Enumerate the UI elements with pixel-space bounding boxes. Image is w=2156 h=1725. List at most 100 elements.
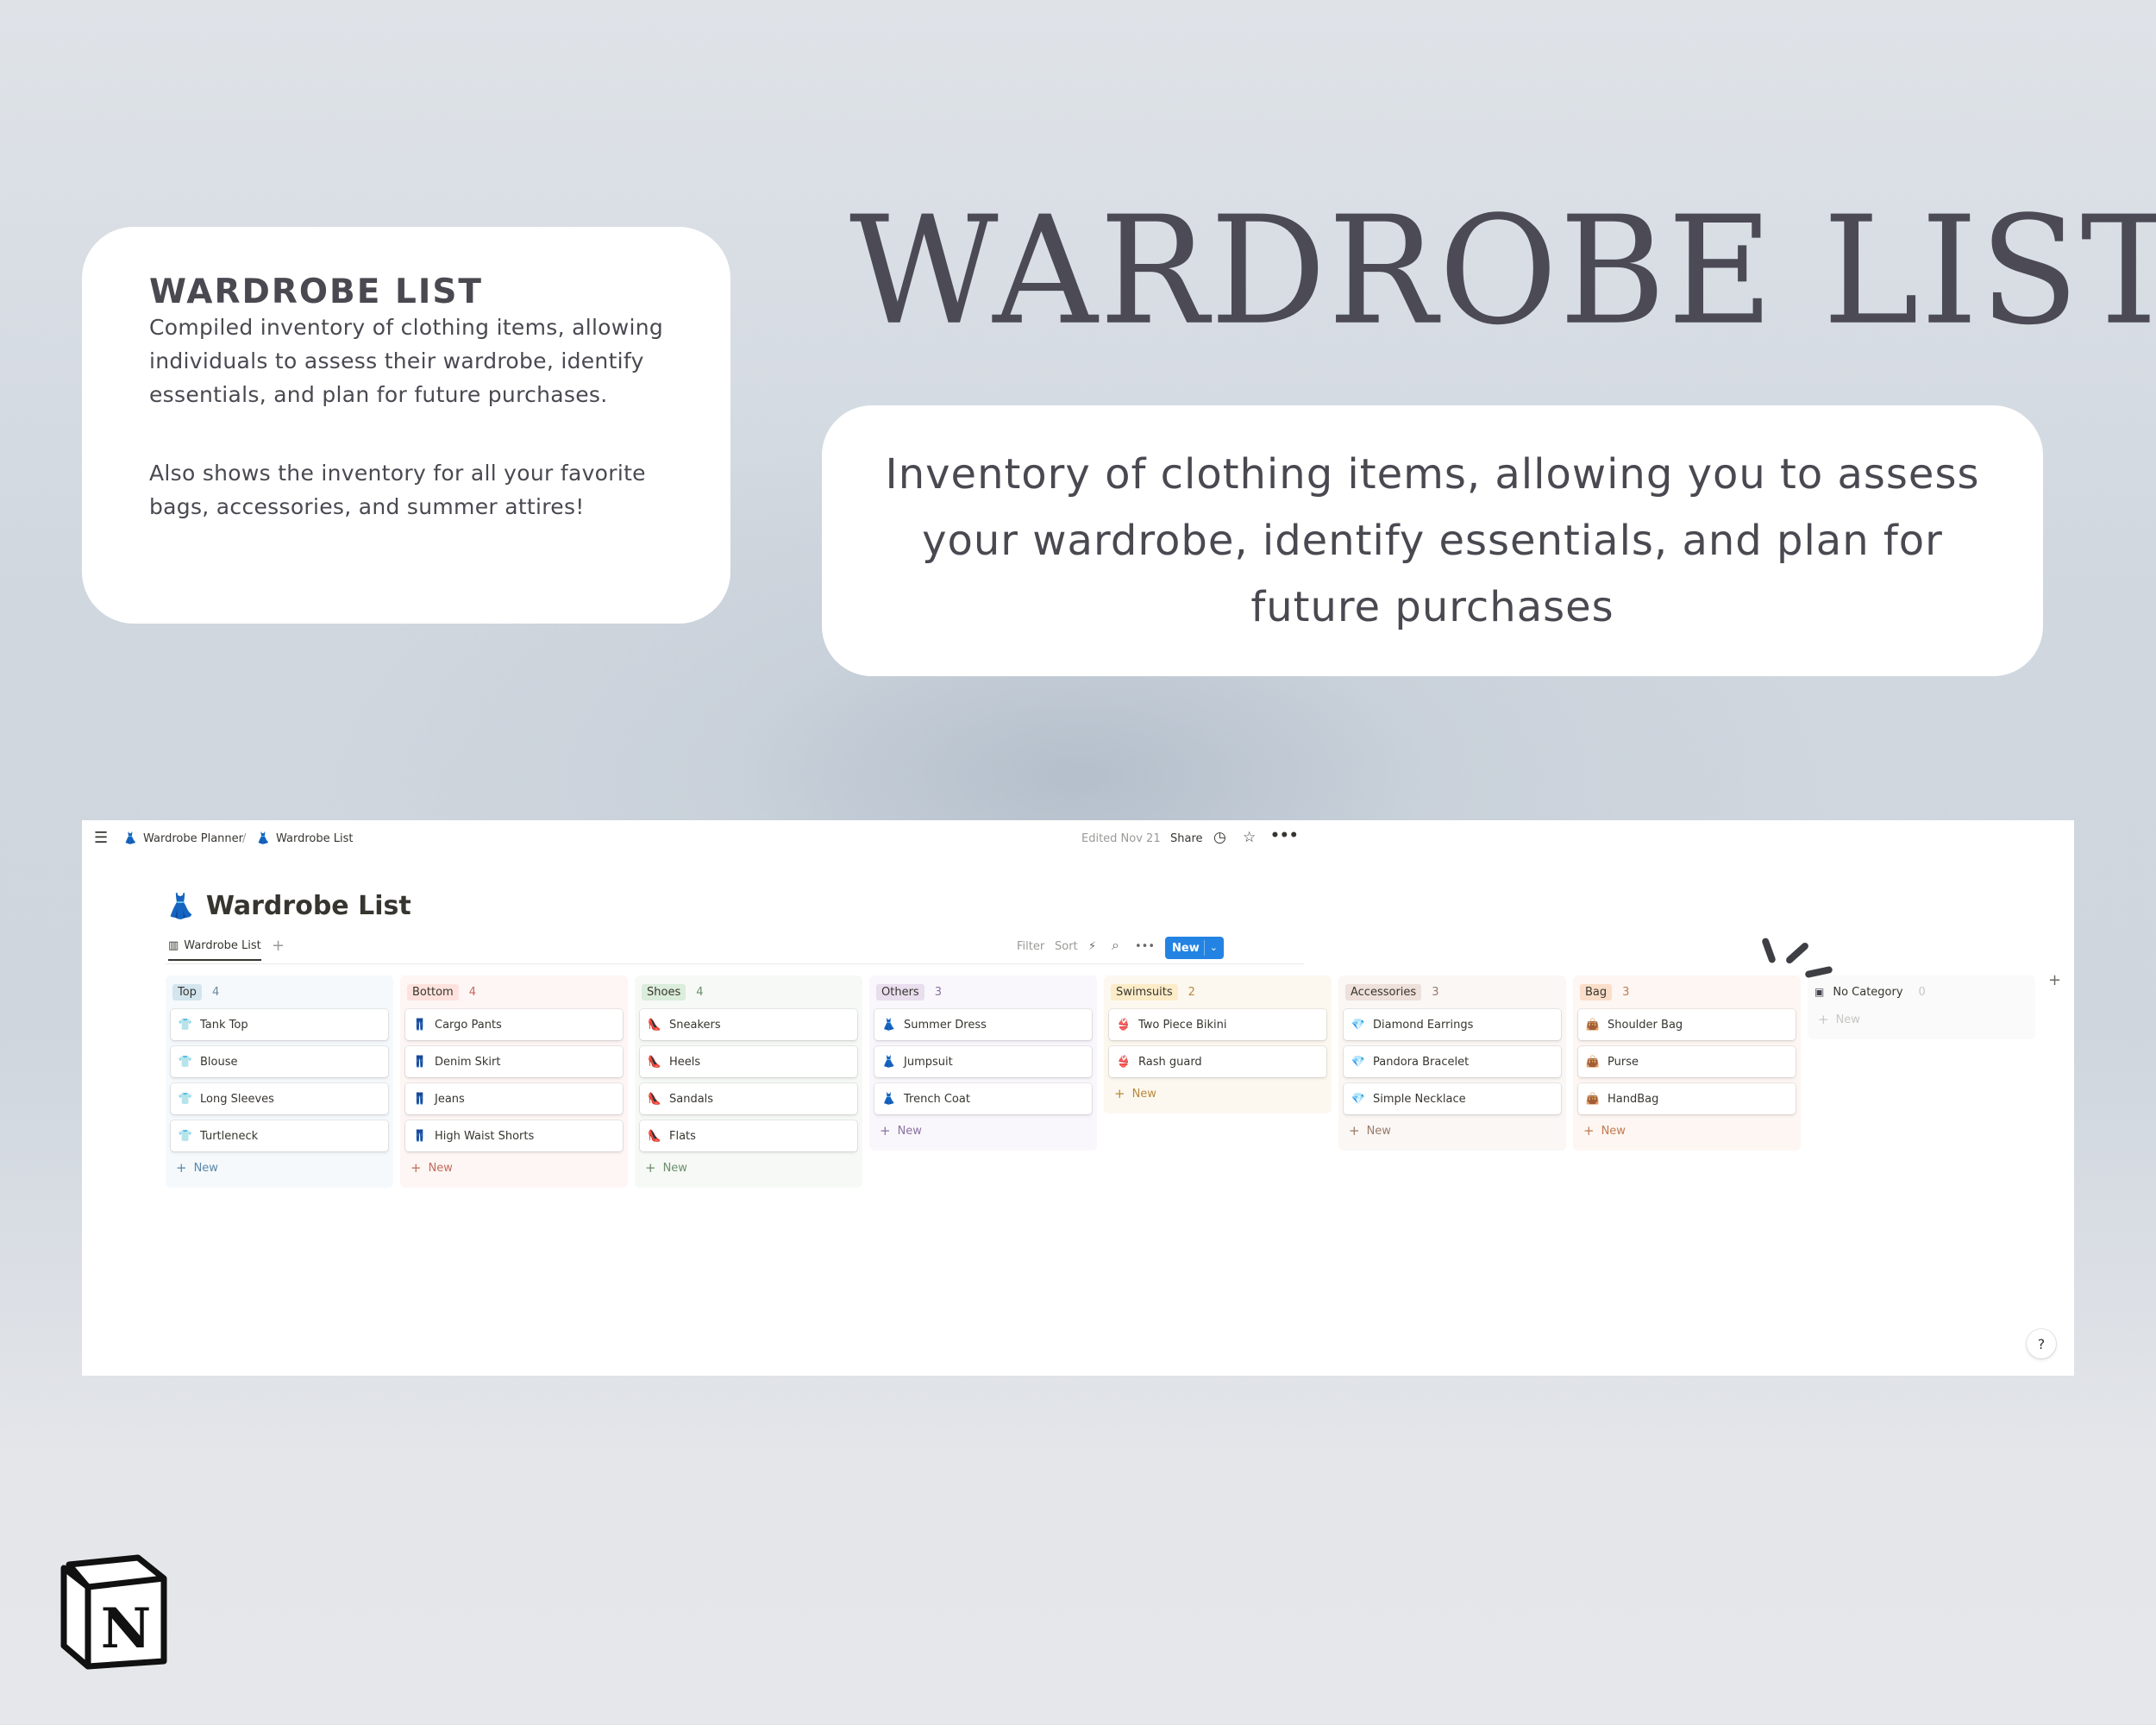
more-icon[interactable]: ••• <box>1270 827 1299 844</box>
new-card-button[interactable]: + New <box>1578 1116 1796 1145</box>
column-count: 4 <box>696 985 704 999</box>
new-card-label: New <box>1366 1124 1391 1138</box>
column-header[interactable]: Swimsuits 2 <box>1109 981 1326 1003</box>
new-card-button[interactable]: + New <box>640 1153 857 1182</box>
board-card[interactable]: 👖 Jeans <box>405 1083 623 1114</box>
info-card-title: WARDROBE LIST <box>149 273 484 311</box>
board-card[interactable]: 👗 Jumpsuit <box>874 1046 1092 1077</box>
column-tag: Accessories <box>1345 983 1422 1000</box>
board-card[interactable]: 👜 Purse <box>1578 1046 1796 1077</box>
new-card-button[interactable]: + New <box>1344 1116 1561 1145</box>
column-header[interactable]: Bag 3 <box>1578 981 1796 1003</box>
bag-icon: 👜 <box>1585 1055 1601 1069</box>
board-card[interactable]: 👠 Heels <box>640 1046 857 1077</box>
new-card-label: New <box>662 1161 687 1175</box>
breadcrumb-parent[interactable]: Wardrobe Planner <box>143 832 243 845</box>
card-title: Summer Dress <box>904 1018 987 1032</box>
board-card[interactable]: 👖 Cargo Pants <box>405 1009 623 1040</box>
card-title: Heels <box>669 1055 701 1069</box>
new-button[interactable]: New ⌄ <box>1165 937 1224 959</box>
dress-icon: 👗 <box>123 832 138 845</box>
info-card-body: Compiled inventory of clothing items, al… <box>149 314 664 407</box>
board-card[interactable]: 👠 Sandals <box>640 1083 857 1114</box>
star-icon[interactable]: ☆ <box>1243 829 1256 846</box>
more-icon[interactable]: ••• <box>1135 940 1155 953</box>
notion-window: ☰ 👗 Wardrobe Planner / 👗 Wardrobe List E… <box>82 820 2074 1376</box>
new-card-button[interactable]: + New <box>874 1116 1092 1145</box>
board-card[interactable]: 👖 Denim Skirt <box>405 1046 623 1077</box>
board-card[interactable]: 👕 Turtleneck <box>171 1120 388 1151</box>
card-title: Jeans <box>435 1092 465 1106</box>
menu-icon[interactable]: ☰ <box>94 829 108 847</box>
column-header[interactable]: Others 3 <box>874 981 1092 1003</box>
history-icon[interactable]: ◷ <box>1213 829 1226 846</box>
column-header[interactable]: Top 4 <box>171 981 388 1003</box>
card-title: HandBag <box>1608 1092 1659 1106</box>
plus-icon: + <box>1818 1012 1829 1027</box>
search-icon[interactable]: ⌕ <box>1112 937 1119 954</box>
card-title: Shoulder Bag <box>1608 1018 1683 1032</box>
column-tag: No Category <box>1833 985 1903 999</box>
heel-icon: 👠 <box>647 1129 662 1143</box>
board-card[interactable]: 👠 Sneakers <box>640 1009 857 1040</box>
board-card[interactable]: 💎 Diamond Earrings <box>1344 1009 1561 1040</box>
board-card[interactable]: 👜 HandBag <box>1578 1083 1796 1114</box>
help-button[interactable]: ? <box>2027 1329 2056 1358</box>
pants-icon: 👖 <box>412 1018 428 1032</box>
board-card[interactable]: 👙 Rash guard <box>1109 1046 1326 1077</box>
notion-logo-icon: N <box>60 1554 167 1670</box>
add-group-button[interactable]: + <box>2048 971 2061 989</box>
column-header[interactable]: Shoes 4 <box>640 981 857 1003</box>
tab-wardrobe-list[interactable]: ▥ Wardrobe List <box>168 939 261 961</box>
dress-icon: 👗 <box>256 832 271 845</box>
hero-card: Inventory of clothing items, allowing yo… <box>822 405 2043 676</box>
page-title: 👗 Wardrobe List <box>166 891 411 921</box>
column-header[interactable]: Bottom 4 <box>405 981 623 1003</box>
board-card[interactable]: 👜 Shoulder Bag <box>1578 1009 1796 1040</box>
board-card[interactable]: 👙 Two Piece Bikini <box>1109 1009 1326 1040</box>
board-column: Swimsuits 2 👙 Two Piece Bikini 👙 Rash guard + N… <box>1104 975 1332 1113</box>
card-title: Long Sleeves <box>200 1092 274 1106</box>
filter-button[interactable]: Filter <box>1017 940 1044 953</box>
board-card[interactable]: 👗 Summer Dress <box>874 1009 1092 1040</box>
board-card[interactable]: 👠 Flats <box>640 1120 857 1151</box>
new-card-button[interactable]: + New <box>405 1153 623 1182</box>
lightning-icon[interactable]: ⚡ <box>1088 940 1096 953</box>
new-card-button[interactable]: + New <box>1109 1079 1326 1108</box>
new-card-button[interactable]: + New <box>171 1153 388 1182</box>
divider <box>166 963 1304 964</box>
new-card-label: New <box>1835 1013 1860 1026</box>
board-card[interactable]: 👕 Blouse <box>171 1046 388 1077</box>
add-view-icon[interactable]: + <box>272 937 285 955</box>
column-header[interactable]: ▣ No Category 0 <box>1813 981 2030 1003</box>
column-count: 3 <box>1622 985 1630 999</box>
board-card[interactable]: 👕 Tank Top <box>171 1009 388 1040</box>
sort-button[interactable]: Sort <box>1055 940 1078 953</box>
board-card[interactable]: 💎 Simple Necklace <box>1344 1083 1561 1114</box>
column-header[interactable]: Accessories 3 <box>1344 981 1561 1003</box>
column-count: 4 <box>211 985 220 999</box>
board-card[interactable]: 👗 Trench Coat <box>874 1083 1092 1114</box>
pants-icon: 👖 <box>412 1129 428 1143</box>
breadcrumb-current[interactable]: Wardrobe List <box>276 832 353 845</box>
column-count: 4 <box>468 985 476 999</box>
board-card[interactable]: 👖 High Waist Shorts <box>405 1120 623 1151</box>
bag-icon: 👜 <box>1585 1092 1601 1106</box>
dress-icon: 👗 <box>881 1092 897 1106</box>
column-tag: Others <box>876 983 924 1000</box>
new-card-button[interactable]: + New <box>1813 1005 2030 1034</box>
dress-icon: 👗 <box>881 1055 897 1069</box>
board-card[interactable]: 👕 Long Sleeves <box>171 1083 388 1114</box>
chevron-down-icon[interactable]: ⌄ <box>1203 940 1218 956</box>
plus-icon: + <box>1349 1123 1360 1138</box>
board-icon: ▥ <box>168 939 179 952</box>
board-column: Accessories 3 💎 Diamond Earrings 💎 Pandora Br… <box>1338 975 1566 1151</box>
share-button[interactable]: Share <box>1170 832 1203 845</box>
board-card[interactable]: 💎 Pandora Bracelet <box>1344 1046 1561 1077</box>
inbox-icon: ▣ <box>1814 986 1825 998</box>
heel-icon: 👠 <box>647 1092 662 1106</box>
heel-icon: 👠 <box>647 1055 662 1069</box>
card-title: Sneakers <box>669 1018 721 1032</box>
bag-icon: 👜 <box>1585 1018 1601 1032</box>
card-title: Two Piece Bikini <box>1138 1018 1227 1032</box>
